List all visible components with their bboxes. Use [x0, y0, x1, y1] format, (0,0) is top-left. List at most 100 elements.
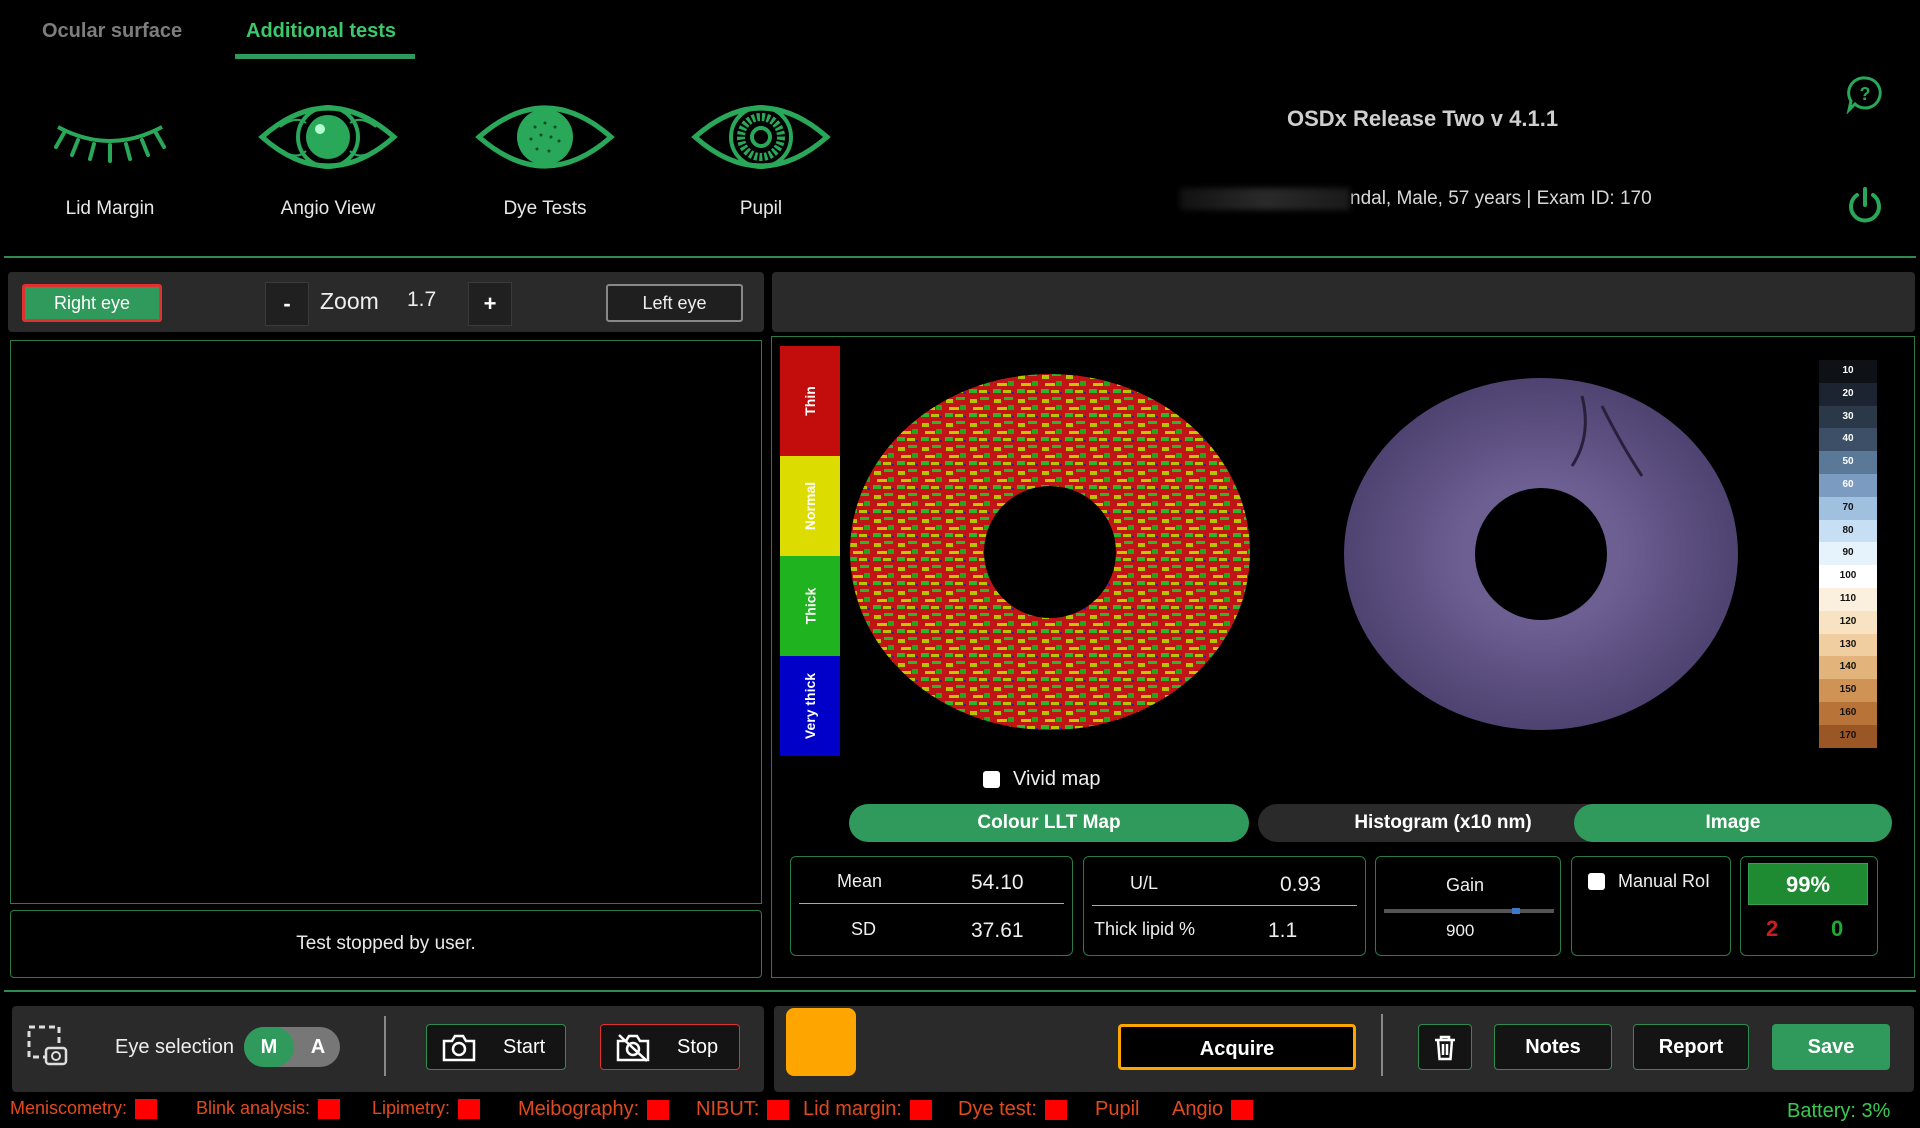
manual-roi-label: Manual RoI [1618, 871, 1711, 891]
sd-label: SD [851, 919, 877, 939]
report-button[interactable]: Report [1633, 1024, 1749, 1070]
thickness-color-scale: 10 20 30 40 50 60 70 80 90 100 110 120 130 140 150 160 1… [1819, 360, 1877, 748]
stop-button[interactable]: Stop [600, 1024, 740, 1070]
color-scale-step: 170 [1819, 724, 1877, 748]
color-scale-step: 10 [1819, 360, 1877, 383]
color-scale-step: 130 [1819, 633, 1877, 657]
delete-button[interactable] [1418, 1024, 1472, 1070]
toggle-a[interactable]: A [296, 1027, 340, 1067]
color-scale-step: 30 [1819, 405, 1877, 429]
scale-very-thick: Very thick [780, 656, 840, 756]
legend-pupil: Pupil [1095, 1098, 1140, 1120]
tool-label: Lid Margin [65, 198, 155, 219]
mean-value: 54.10 [971, 871, 1024, 894]
eye-pupil-icon [691, 105, 831, 169]
manual-roi-checkbox[interactable] [1588, 873, 1605, 890]
color-scale-step: 100 [1819, 565, 1877, 588]
eye-selection-toggle[interactable]: M A [244, 1027, 340, 1067]
legend-nibut: NIBUT: [696, 1098, 790, 1121]
save-button[interactable]: Save [1772, 1024, 1890, 1070]
tab-additional-tests[interactable]: Additional tests [246, 20, 396, 43]
eye-dotted-icon [475, 105, 615, 169]
color-scale-step: 120 [1819, 610, 1877, 634]
color-scale-step: 60 [1819, 473, 1877, 497]
status-message: Test stopped by user. [10, 910, 762, 978]
bottom-divider [4, 990, 1916, 992]
llt-colour-map [848, 372, 1252, 732]
active-tab-indicator [235, 54, 415, 59]
tool-label: Angio View [280, 198, 376, 219]
gain-box: Gain 900 [1375, 856, 1561, 956]
color-scale-step: 150 [1819, 679, 1877, 702]
thick-lipid-label: Thick lipid % [1094, 919, 1196, 939]
trash-icon [1435, 1035, 1455, 1061]
manual-roi-box: Manual RoI [1571, 856, 1731, 956]
scale-normal: Normal [780, 456, 840, 556]
tab-image[interactable]: Image [1574, 804, 1892, 842]
vivid-map-label: Vivid map [1013, 768, 1101, 790]
count-green: 0 [1831, 916, 1844, 941]
notes-button[interactable]: Notes [1494, 1024, 1612, 1070]
tab-ocular-surface[interactable]: Ocular surface [42, 20, 182, 43]
tool-label: Pupil [739, 198, 783, 219]
legend-angio: Angio [1172, 1098, 1254, 1121]
color-scale-step: 160 [1819, 701, 1877, 725]
color-scale-step: 110 [1819, 587, 1877, 611]
toggle-m[interactable]: M [244, 1027, 294, 1067]
screenshot-icon[interactable] [26, 1024, 72, 1075]
color-scale-step: 80 [1819, 519, 1877, 543]
gain-value: 900 [1446, 921, 1475, 940]
vivid-map-checkbox[interactable] [983, 771, 1000, 788]
color-scale-step: 50 [1819, 451, 1877, 474]
live-video-view[interactable] [10, 340, 762, 904]
eyelashes-icon [54, 125, 166, 163]
scale-thin: Thin [780, 346, 840, 456]
legend-meibography: Meibography: [518, 1098, 670, 1121]
count-red: 2 [1766, 916, 1779, 941]
mean-sd-box: Mean 54.10 SD 37.61 [790, 856, 1073, 956]
color-scale-step: 40 [1819, 428, 1877, 452]
right-toolbar [772, 272, 1915, 332]
patient-info: ndal, Male, 57 years | Exam ID: 170 [1180, 188, 1652, 210]
tab-histogram[interactable]: Histogram (x10 nm) [1258, 804, 1628, 842]
app-title: OSDx Release Two v 4.1.1 [1287, 106, 1559, 131]
legend-meniscometry: Meniscometry: [10, 1098, 158, 1120]
help-icon[interactable]: ? [1845, 74, 1885, 119]
color-scale-step: 90 [1819, 542, 1877, 566]
tool-lid-margin[interactable]: Lid Margin [35, 82, 185, 220]
color-scale-step: 70 [1819, 496, 1877, 520]
tool-dye-tests[interactable]: Dye Tests [470, 82, 620, 220]
zoom-value: 1.7 [407, 288, 437, 311]
separator [384, 1016, 386, 1076]
tool-pupil[interactable]: Pupil [686, 82, 836, 220]
tab-colour-llt-map[interactable]: Colour LLT Map [849, 804, 1249, 842]
color-scale-step: 140 [1819, 656, 1877, 680]
gain-label: Gain [1446, 875, 1485, 895]
tool-angio-view[interactable]: Angio View [253, 82, 403, 220]
sd-value: 37.61 [971, 919, 1024, 942]
ul-label: U/L [1130, 873, 1159, 893]
eye-vessels-icon [258, 105, 398, 169]
legend-lipimetry: Lipimetry: [372, 1098, 481, 1120]
eye-selection-label: Eye selection [115, 1036, 234, 1058]
gain-slider[interactable] [1384, 908, 1554, 914]
patient-details: ndal, Male, 57 years | Exam ID: 170 [1350, 188, 1652, 210]
left-eye-button[interactable]: Left eye [606, 284, 743, 322]
zoom-in-button[interactable]: + [468, 282, 512, 326]
color-scale-step: 20 [1819, 382, 1877, 406]
power-icon[interactable] [1845, 185, 1885, 230]
legend-blink-analysis: Blink analysis: [196, 1098, 341, 1120]
start-button[interactable]: Start [426, 1024, 566, 1070]
mean-label: Mean [837, 871, 883, 891]
zoom-label: Zoom [320, 288, 379, 314]
status-indicator [786, 1008, 856, 1076]
separator [1381, 1014, 1383, 1076]
ul-thick-box: U/L 0.93 Thick lipid % 1.1 [1083, 856, 1366, 956]
right-eye-button[interactable]: Right eye [22, 284, 162, 322]
thick-lipid-value: 1.1 [1268, 919, 1298, 942]
quality-percent: 99% [1748, 863, 1868, 905]
zoom-out-button[interactable]: - [265, 282, 309, 326]
ul-value: 0.93 [1280, 873, 1321, 896]
header-divider [4, 256, 1916, 258]
acquire-button[interactable]: Acquire [1118, 1024, 1356, 1070]
